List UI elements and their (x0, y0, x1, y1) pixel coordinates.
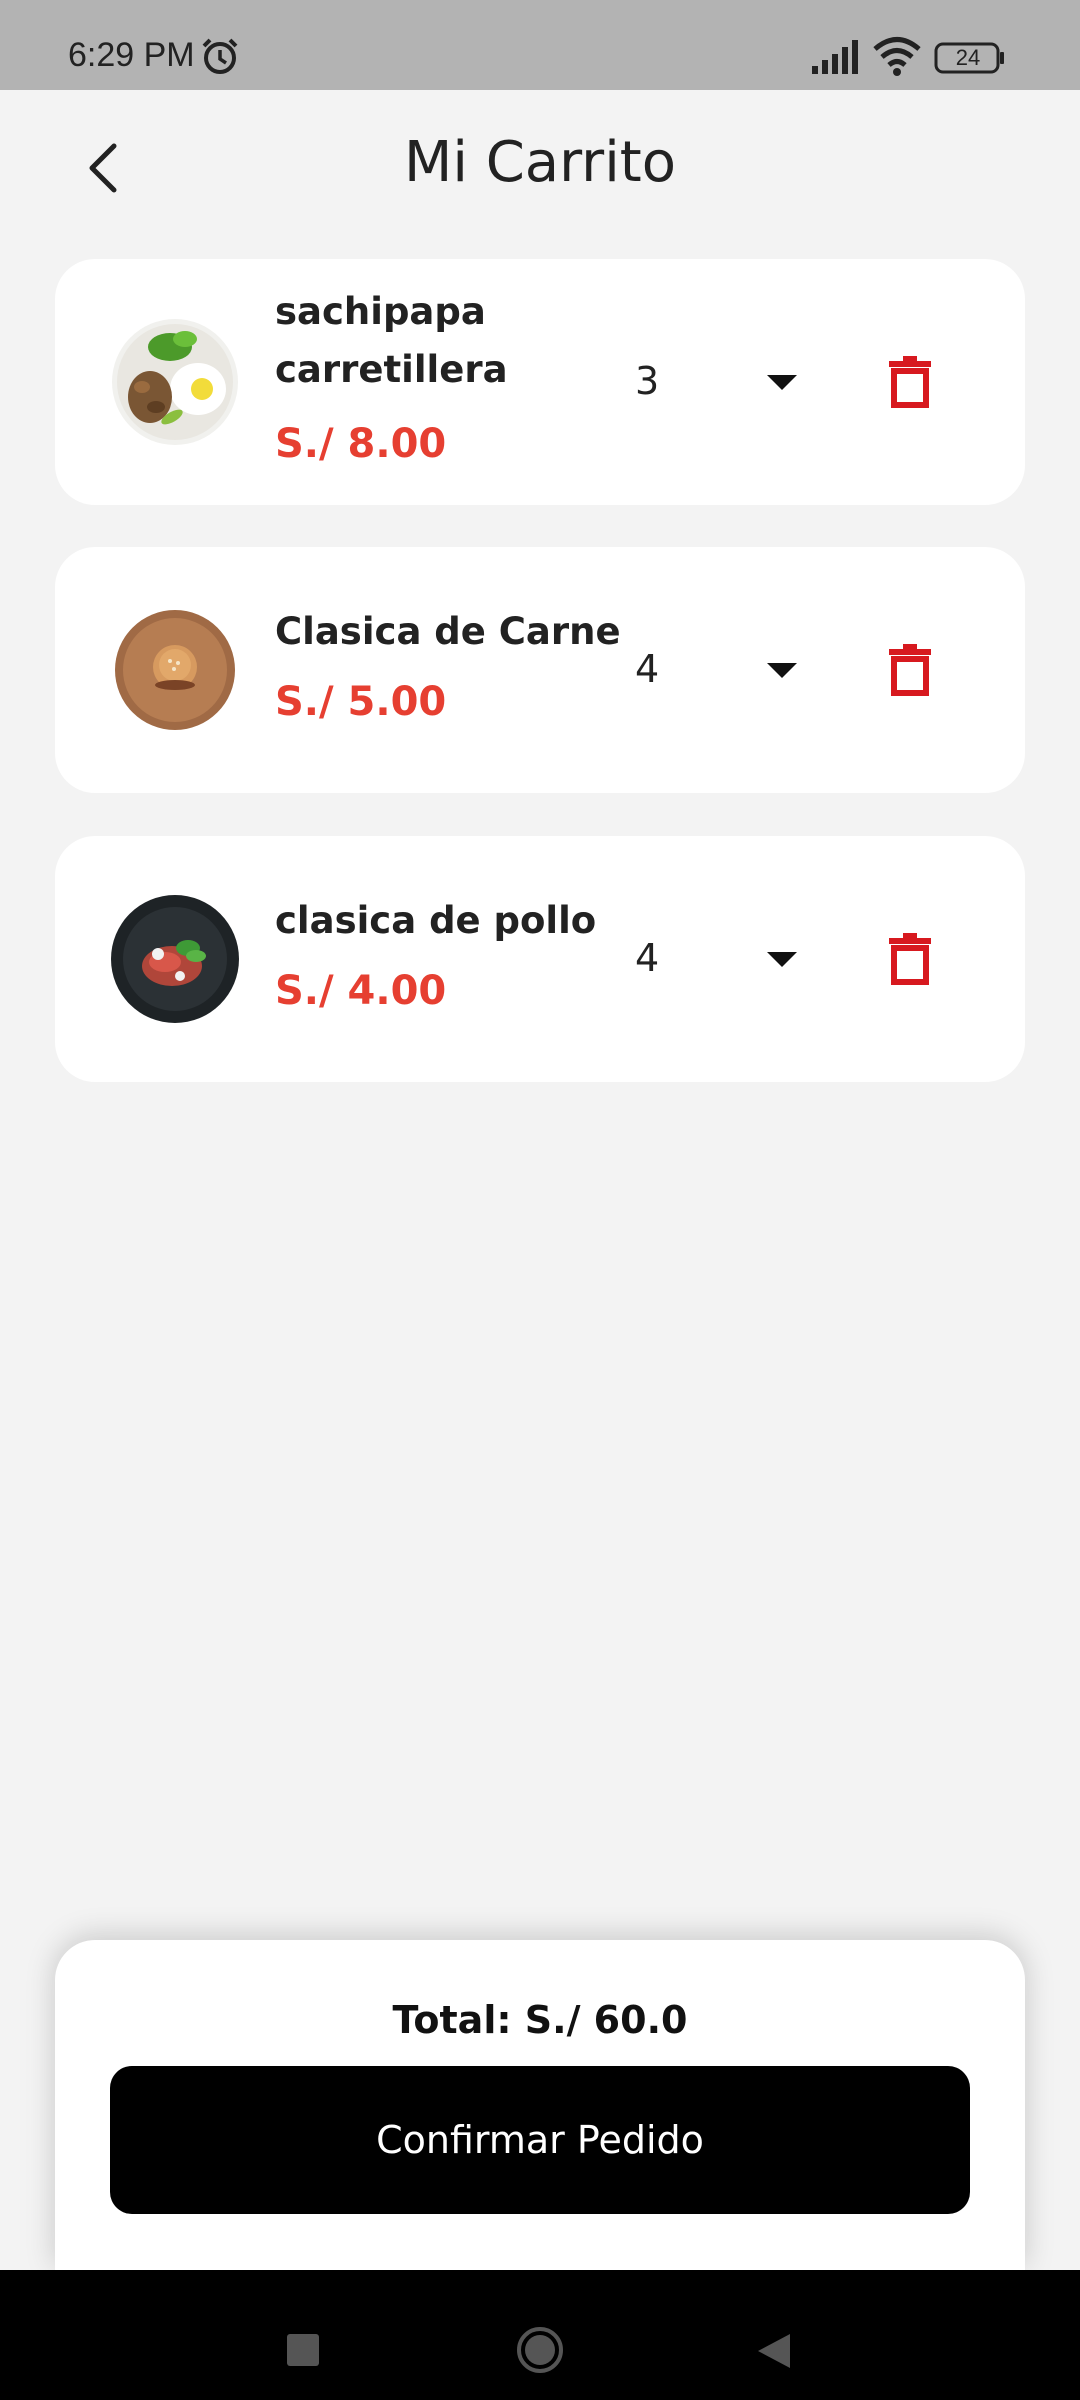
delete-button[interactable] (875, 928, 945, 990)
quantity-select[interactable]: 4 (635, 637, 835, 703)
page-title: Mi Carrito (404, 130, 676, 195)
nav-back-button[interactable] (756, 2332, 792, 2370)
status-time: 6:29 PM (68, 36, 195, 74)
status-bar: 6:29 PM 24 (0, 0, 1080, 90)
recents-button[interactable] (287, 2334, 319, 2366)
item-name: sachipapa carretillera (275, 290, 508, 391)
cart-item: Clasica de Carne S./ 5.00 4 (55, 547, 1025, 793)
quantity-value: 4 (635, 936, 660, 980)
cart-item: clasica de pollo S./ 4.00 4 (55, 836, 1025, 1082)
checkout-panel: Total: S./ 60.0 Confirmar Pedido (55, 1940, 1025, 2270)
alarm-icon (202, 38, 238, 74)
product-image (110, 605, 240, 735)
delete-button[interactable] (875, 351, 945, 413)
home-button[interactable] (516, 2326, 564, 2374)
confirm-order-button[interactable]: Confirmar Pedido (110, 2066, 970, 2214)
trash-icon (889, 356, 931, 408)
product-image (110, 317, 240, 447)
quantity-select[interactable]: 3 (635, 349, 835, 415)
product-image (110, 894, 240, 1024)
cart-item: sachipapa carretillera S./ 8.00 3 (55, 259, 1025, 505)
battery-level: 24 (955, 45, 981, 70)
quantity-value: 4 (635, 647, 660, 691)
item-price: S./ 4.00 (275, 968, 447, 1014)
item-name: Clasica de Carne (275, 610, 621, 653)
item-name: clasica de pollo (275, 899, 597, 942)
trash-icon (889, 933, 931, 985)
wifi-icon (873, 37, 921, 76)
quantity-value: 3 (635, 359, 660, 403)
item-price: S./ 5.00 (275, 679, 447, 725)
caret-down-icon (767, 663, 797, 678)
caret-down-icon (767, 375, 797, 390)
system-nav-bar (0, 2270, 1080, 2400)
signal-icon (812, 40, 858, 74)
item-price: S./ 8.00 (275, 421, 447, 467)
quantity-select[interactable]: 4 (635, 926, 835, 992)
delete-button[interactable] (875, 639, 945, 701)
trash-icon (889, 644, 931, 696)
order-total: Total: S./ 60.0 (392, 1998, 688, 2042)
caret-down-icon (767, 952, 797, 967)
